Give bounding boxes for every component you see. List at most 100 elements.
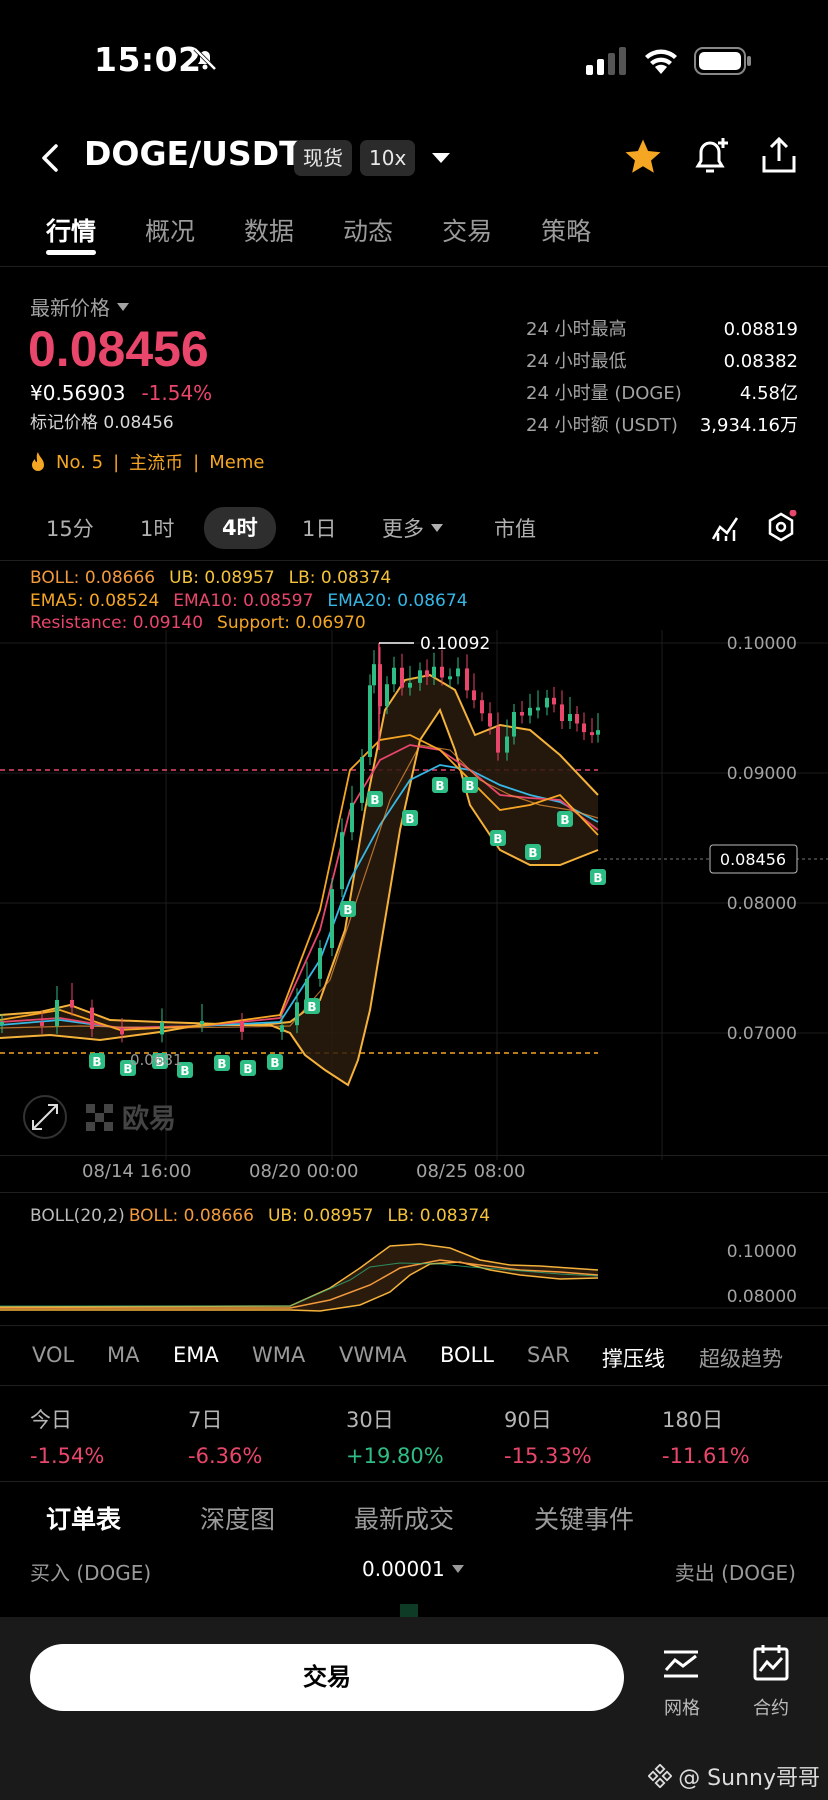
- sub-ub-value: UB: 0.08957: [267, 1206, 374, 1226]
- tab-data[interactable]: 数据: [244, 212, 294, 248]
- main-tabs: 行情 概况 数据 动态 交易 策略: [46, 212, 640, 248]
- contract-label[interactable]: 合约: [751, 1694, 791, 1720]
- pair-title[interactable]: DOGE/USDT: [84, 134, 302, 173]
- tab-feed[interactable]: 动态: [343, 212, 393, 248]
- contract-icon[interactable]: [752, 1644, 790, 1686]
- candle: [0, 1022, 4, 1025]
- buy-signal-letter: B: [528, 846, 537, 860]
- candle: [568, 714, 572, 722]
- candle: [440, 666, 444, 678]
- tab-latest-trades[interactable]: 最新成交: [354, 1500, 454, 1536]
- price-type-label: 最新价格: [30, 296, 110, 320]
- tab-key-events[interactable]: 关键事件: [534, 1500, 634, 1536]
- y-axis-label: 0.07000: [727, 1024, 797, 1044]
- sell-column-header: 卖出 (DOGE): [674, 1561, 796, 1585]
- sub-boll-legend: BOLL(20,2) BOLL: 0.08666 UB: 0.08957 LB:…: [30, 1206, 490, 1226]
- pair-dropdown-icon[interactable]: [430, 150, 452, 170]
- indicator-vwma[interactable]: VWMA: [339, 1343, 407, 1367]
- tab-depth-chart[interactable]: 深度图: [200, 1500, 275, 1536]
- back-icon[interactable]: [38, 142, 62, 178]
- precision-dropdown-icon: [451, 1565, 464, 1573]
- timeframe-4h[interactable]: 4时: [204, 507, 276, 549]
- candle: [295, 1002, 299, 1026]
- candle: [350, 802, 354, 833]
- buy-signal-letter: B: [370, 793, 379, 807]
- candle: [582, 723, 586, 733]
- candle: [596, 730, 600, 735]
- y-axis-label: 0.10000: [727, 634, 797, 654]
- ub-value: UB: 0.08957: [169, 568, 275, 588]
- current-price-label: 0.08456: [720, 850, 786, 869]
- candle: [488, 713, 492, 727]
- indicator-boll[interactable]: BOLL: [440, 1343, 494, 1367]
- candle: [40, 1022, 44, 1026]
- precision-selector[interactable]: 0.00001: [362, 1557, 465, 1581]
- trade-button[interactable]: 交易: [30, 1644, 624, 1711]
- indicator-ema[interactable]: EMA: [173, 1343, 219, 1367]
- chart-settings-icon[interactable]: [764, 509, 798, 548]
- candle: [90, 1007, 94, 1029]
- share-icon[interactable]: [758, 134, 800, 180]
- ema5-value: EMA5: 0.08524: [30, 591, 160, 611]
- indicator-sar[interactable]: SAR: [527, 1343, 570, 1367]
- indicator-support-resistance[interactable]: 撑压线: [602, 1343, 665, 1373]
- indicator-wma[interactable]: WMA: [252, 1343, 305, 1367]
- weibo-watermark: @ Sunny哥哥: [648, 1760, 820, 1792]
- candle: [552, 697, 556, 705]
- category-tag[interactable]: 主流币: [129, 449, 183, 475]
- rank-tag[interactable]: No. 5: [56, 452, 103, 473]
- candle: [400, 667, 404, 688]
- battery-icon: [694, 46, 752, 80]
- kline-chart[interactable]: BBB BBBBBB B BB B B BBB 0.10092 0.0681 0.10000…: [0, 630, 828, 1160]
- market-cap-tab[interactable]: 市值: [494, 513, 536, 543]
- indicator-ma[interactable]: MA: [107, 1343, 139, 1367]
- candle: [120, 1028, 124, 1035]
- tab-strategy[interactable]: 策略: [541, 212, 591, 248]
- indicator-settings-icon[interactable]: [710, 513, 740, 547]
- perf-180d: 180日 -11.61%: [662, 1408, 750, 1468]
- tab-market[interactable]: 行情: [46, 212, 96, 248]
- watermark-text: @ Sunny哥哥: [678, 1766, 820, 1791]
- candle: [448, 676, 452, 680]
- candle: [560, 704, 564, 722]
- active-tab-indicator: [46, 250, 96, 255]
- boll-value: BOLL: 0.08666: [30, 568, 156, 588]
- add-alert-bell-icon[interactable]: [690, 134, 732, 180]
- status-time: 15:02: [94, 40, 202, 79]
- perf-7d: 7日 -6.36%: [188, 1408, 263, 1468]
- candle: [425, 670, 429, 678]
- candle: [480, 700, 484, 714]
- buy-column-header: 买入 (DOGE): [30, 1561, 152, 1585]
- tab-trade[interactable]: 交易: [442, 212, 492, 248]
- tab-order-book[interactable]: 订单表: [46, 1500, 121, 1536]
- timeframe-1d[interactable]: 1日: [302, 513, 336, 543]
- binance-logo-icon: [648, 1764, 673, 1788]
- timeframe-more[interactable]: 更多: [382, 513, 444, 543]
- timeframe-1h[interactable]: 1时: [140, 513, 174, 543]
- candle: [505, 736, 509, 753]
- price-sub-row: ¥0.56903 -1.54%: [30, 381, 212, 405]
- candle: [70, 999, 74, 1008]
- precision-value: 0.00001: [362, 1557, 445, 1581]
- buy-signal-letter: B: [343, 903, 352, 917]
- candle: [280, 1025, 284, 1032]
- tab-overview[interactable]: 概况: [145, 212, 195, 248]
- meme-tag[interactable]: Meme: [209, 452, 264, 473]
- expand-arrows: [32, 1104, 58, 1130]
- leverage-tag: 10x: [360, 140, 416, 176]
- favorite-star-icon[interactable]: [622, 136, 664, 182]
- candle: [575, 714, 579, 724]
- grid-label[interactable]: 网格: [662, 1694, 702, 1720]
- grid-trading-icon[interactable]: [662, 1646, 700, 1686]
- ema10-value: EMA10: 0.08597: [173, 591, 314, 611]
- candle: [340, 832, 344, 890]
- timeframe-15m[interactable]: 15分: [46, 513, 94, 543]
- candle: [392, 667, 396, 685]
- candle: [360, 757, 364, 803]
- indicator-supertrend[interactable]: 超级趋势: [699, 1343, 783, 1373]
- buy-signal-letter: B: [270, 1056, 279, 1070]
- sub-lb-value: LB: 0.08374: [387, 1206, 491, 1226]
- stats-24h: 24 小时最高 0.08819 24 小时最低 0.08382 24 小时量 (DO…: [526, 314, 798, 442]
- price-label-row[interactable]: 最新价格: [30, 292, 130, 321]
- indicator-vol[interactable]: VOL: [32, 1343, 74, 1367]
